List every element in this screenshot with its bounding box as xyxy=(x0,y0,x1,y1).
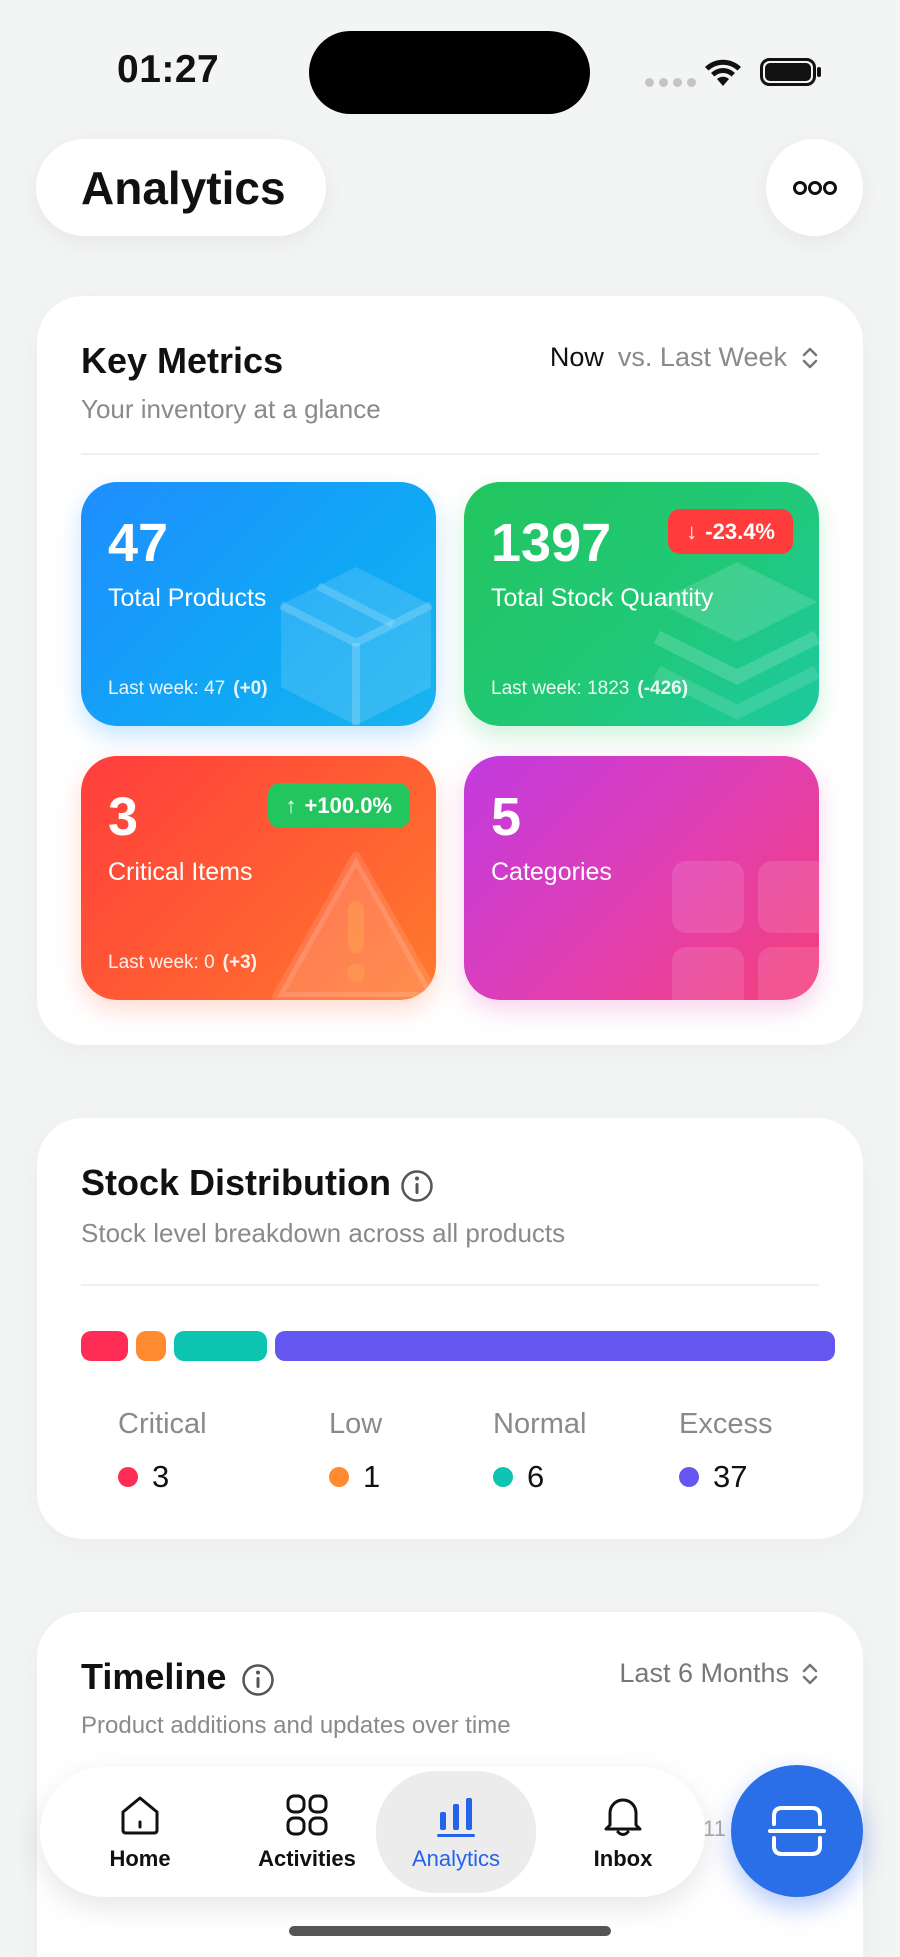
metric-value: 47 xyxy=(108,513,169,573)
legend-count: 37 xyxy=(713,1459,748,1494)
timeline-title: Timeline xyxy=(81,1656,227,1697)
divider xyxy=(81,453,819,455)
chevron-updown-icon xyxy=(802,1663,818,1684)
metric-tile-critical-items[interactable]: 3 ↑ +100.0% Critical Items Last week: 0 (+… xyxy=(81,756,436,1000)
arrow-up-icon: ↑ xyxy=(285,792,297,818)
page-title: Analytics xyxy=(36,139,326,236)
more-button[interactable] xyxy=(766,139,863,236)
metric-value: 5 xyxy=(491,787,522,847)
distribution-segment-critical xyxy=(81,1331,128,1361)
status-bar: 01:27 xyxy=(0,0,900,120)
grid-icon xyxy=(672,861,819,1000)
timeline-partial-value: 11 xyxy=(703,1816,726,1841)
stock-distribution-subtitle: Stock level breakdown across all product… xyxy=(81,1218,566,1248)
home-indicator xyxy=(289,1926,611,1936)
metric-label: Categories xyxy=(491,858,612,886)
legend-dot xyxy=(329,1467,349,1487)
battery-icon xyxy=(760,58,821,86)
info-icon[interactable] xyxy=(400,1169,434,1203)
range-label: Last 6 Months xyxy=(619,1658,789,1688)
status-time: 01:27 xyxy=(117,48,220,91)
legend-label: Excess xyxy=(679,1408,773,1440)
stock-distribution-card: Stock Distribution Stock level breakdown… xyxy=(37,1118,863,1539)
tab-label: Inbox xyxy=(593,1846,653,1871)
tab-inbox[interactable]: Inbox xyxy=(543,1767,703,1897)
legend-low: Low 1 xyxy=(329,1408,382,1495)
legend-label: Normal xyxy=(493,1408,587,1440)
key-metrics-subtitle: Your inventory at a glance xyxy=(81,394,381,424)
tab-analytics[interactable]: Analytics xyxy=(376,1771,536,1893)
metric-change-badge: ↑ +100.0% xyxy=(267,783,410,828)
period-compare: vs. Last Week xyxy=(617,342,787,372)
ellipsis-icon xyxy=(792,180,837,195)
metric-label: Total Products xyxy=(108,584,267,612)
bell-icon xyxy=(604,1798,642,1836)
distribution-segment-low xyxy=(135,1331,166,1361)
scan-button[interactable] xyxy=(731,1765,863,1897)
signal-icon xyxy=(645,78,696,87)
divider xyxy=(81,1284,819,1286)
legend-critical: Critical 3 xyxy=(118,1408,207,1495)
metric-last-week: Last week: 0 (+3) xyxy=(108,952,257,973)
metric-tile-categories[interactable]: 5 Categories xyxy=(464,756,819,1000)
arrow-down-icon: ↓ xyxy=(686,518,698,544)
tab-activities[interactable]: Activities xyxy=(227,1767,387,1897)
legend-count: 3 xyxy=(152,1459,170,1494)
metric-last-week: Last week: 1823 (-426) xyxy=(491,678,689,699)
house-icon xyxy=(121,1796,159,1835)
tab-bar: Home Activities Analytics Inbox xyxy=(40,1767,705,1897)
chevron-updown-icon xyxy=(802,347,818,368)
tab-home[interactable]: Home xyxy=(60,1767,220,1897)
legend-normal: Normal 6 xyxy=(493,1408,586,1495)
legend-dot xyxy=(493,1467,513,1487)
stock-distribution-title: Stock Distribution xyxy=(81,1162,392,1203)
legend-dot xyxy=(679,1467,699,1487)
grid-icon xyxy=(286,1794,328,1836)
distribution-segment-normal xyxy=(173,1331,267,1361)
bar-chart-icon xyxy=(437,1798,475,1837)
timeline-subtitle: Product additions and updates over time xyxy=(81,1712,511,1739)
tab-label: Home xyxy=(109,1846,171,1871)
legend-label: Low xyxy=(329,1408,383,1440)
legend-excess: Excess 37 xyxy=(679,1408,772,1495)
wifi-icon xyxy=(705,59,741,86)
period-now: Now xyxy=(549,342,604,372)
distribution-segment-excess xyxy=(274,1331,835,1361)
metric-label: Critical Items xyxy=(108,858,253,886)
metric-label: Total Stock Quantity xyxy=(491,584,714,612)
tab-label: Activities xyxy=(258,1846,356,1871)
metric-delta: (+0) xyxy=(233,678,268,699)
metric-delta: (+3) xyxy=(222,952,257,973)
box-icon xyxy=(279,567,433,725)
legend-dot xyxy=(118,1467,138,1487)
info-icon[interactable] xyxy=(241,1663,275,1697)
legend-count: 1 xyxy=(363,1459,381,1494)
warning-icon xyxy=(272,852,436,1000)
legend-label: Critical xyxy=(118,1408,207,1440)
metric-value: 3 xyxy=(108,787,139,847)
metric-last-week: Last week: 47 (+0) xyxy=(108,678,268,699)
period-selector[interactable]: Now vs. Last Week xyxy=(550,342,819,373)
metric-change-badge: ↓ -23.4% xyxy=(668,509,793,554)
range-selector[interactable]: Last 6 Months xyxy=(619,1658,819,1689)
metric-tile-total-stock[interactable]: 1397 ↓ -23.4% Total Stock Quantity Last w… xyxy=(464,482,819,726)
dynamic-island xyxy=(309,31,590,114)
key-metrics-card: Key Metrics Your inventory at a glance N… xyxy=(37,296,863,1045)
metric-tile-total-products[interactable]: 47 Total Products Last week: 47 (+0) xyxy=(81,482,436,726)
legend-count: 6 xyxy=(527,1459,545,1494)
tab-label: Analytics xyxy=(411,1846,501,1871)
metric-value: 1397 xyxy=(491,513,612,573)
scan-icon xyxy=(768,1806,826,1856)
key-metrics-title: Key Metrics xyxy=(81,340,284,381)
metric-delta: (-426) xyxy=(637,678,689,699)
